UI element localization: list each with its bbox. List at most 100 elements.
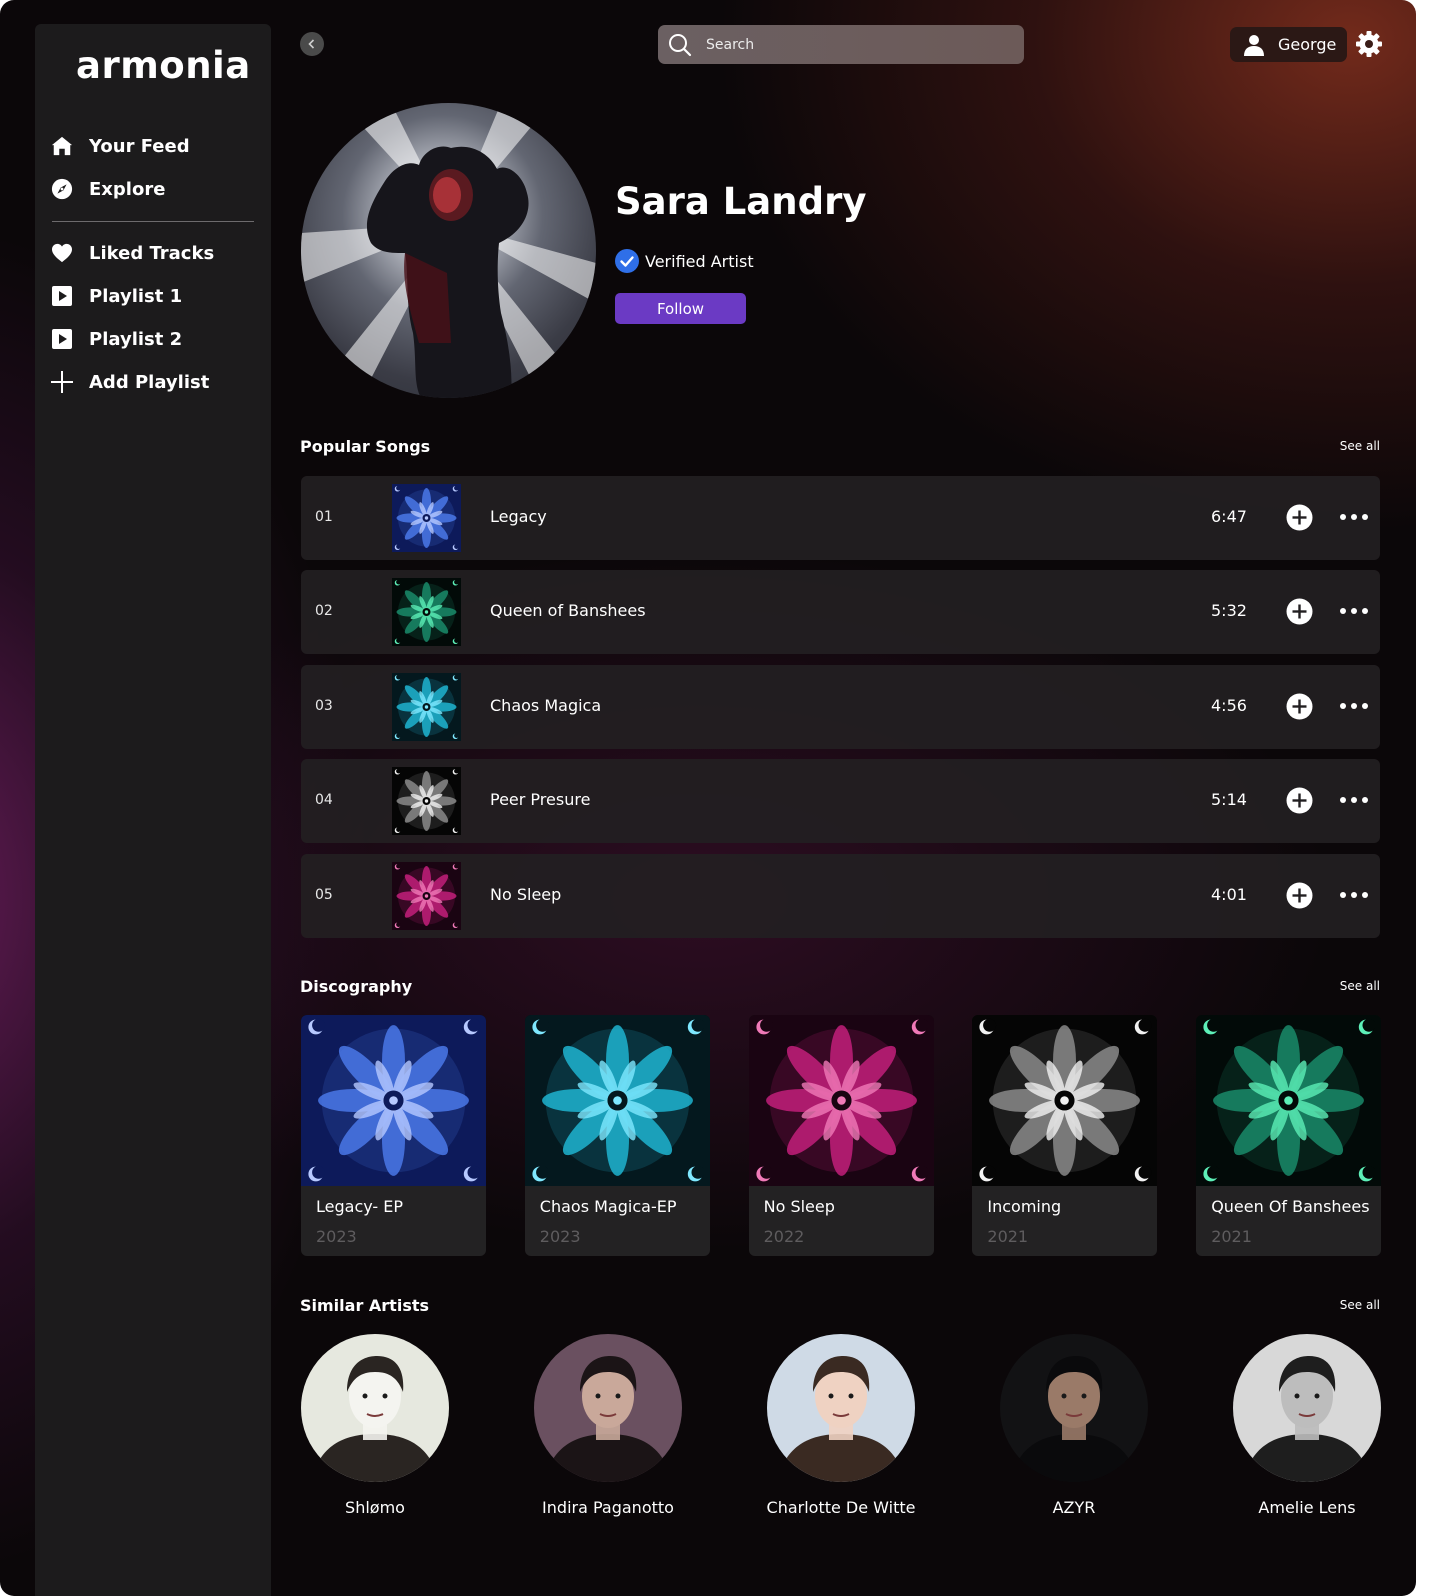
album-cover-art — [972, 1015, 1158, 1186]
album-cover-art — [748, 1015, 934, 1186]
song-number: 03 — [315, 697, 333, 714]
album-card[interactable]: Chaos Magica-EP 2023 — [524, 1015, 710, 1256]
song-title: Queen of Banshees — [490, 601, 646, 621]
app-logo[interactable]: armonia — [76, 44, 251, 87]
app-window: armonia Your Feed Explore Liked Tracks P… — [0, 0, 1416, 1596]
artist-name: Sara Landry — [615, 180, 867, 223]
sidebar-item-liked-tracks[interactable]: Liked Tracks — [51, 238, 214, 268]
more-options-icon[interactable] — [1340, 890, 1368, 900]
plus-icon — [51, 371, 73, 393]
song-row[interactable]: 04 Peer Presure 5:14 — [301, 759, 1380, 844]
sidebar-item-label: Add Playlist — [89, 371, 210, 393]
song-cover-art — [392, 861, 461, 930]
add-circle-icon[interactable] — [1286, 504, 1313, 531]
song-number: 02 — [315, 603, 333, 620]
album-card[interactable]: No Sleep 2022 — [748, 1015, 934, 1256]
discography-see-all-link[interactable]: See all — [1340, 979, 1380, 993]
song-row[interactable]: 01 Legacy 6:47 — [301, 476, 1380, 560]
user-menu-button[interactable]: George — [1230, 27, 1347, 62]
add-circle-icon[interactable] — [1286, 598, 1313, 625]
verified-artist-label: Verified Artist — [615, 249, 754, 273]
more-options-icon[interactable] — [1340, 606, 1368, 616]
user-icon — [1244, 34, 1264, 56]
add-circle-icon[interactable] — [1286, 693, 1313, 720]
search-icon — [669, 33, 692, 56]
similar-artist-name: Charlotte De Witte — [766, 1498, 916, 1517]
similar-artists-title: Similar Artists — [300, 1296, 430, 1315]
sidebar-divider — [52, 221, 254, 222]
album-year: 2022 — [763, 1227, 805, 1246]
artist-avatar — [1233, 1334, 1381, 1482]
similar-artist-card[interactable]: Charlotte De Witte — [767, 1334, 915, 1517]
artist-avatar — [534, 1334, 682, 1482]
play-square-icon — [51, 285, 73, 307]
song-duration: 4:56 — [1211, 695, 1247, 715]
album-cover-art — [301, 1015, 486, 1186]
song-row[interactable]: 05 No Sleep 4:01 — [301, 853, 1380, 938]
home-icon — [51, 135, 73, 157]
song-duration: 5:14 — [1211, 790, 1247, 810]
similar-artist-card[interactable]: Indira Paganotto — [534, 1334, 682, 1517]
user-name: George — [1278, 35, 1337, 54]
song-cover-art — [392, 767, 461, 836]
similar-artist-card[interactable]: AZYR — [1000, 1334, 1148, 1517]
album-card[interactable]: Legacy- EP 2023 — [301, 1015, 486, 1256]
similar-artist-name: Indira Paganotto — [542, 1498, 674, 1517]
album-card[interactable]: Incoming 2021 — [972, 1015, 1158, 1256]
popular-songs-title: Popular Songs — [300, 437, 431, 456]
album-card[interactable]: Queen Of Banshees 2021 — [1196, 1015, 1382, 1256]
song-title: No Sleep — [490, 884, 562, 904]
compass-icon — [51, 178, 73, 200]
search-input[interactable] — [706, 36, 986, 53]
song-row[interactable]: 03 Chaos Magica 4:56 — [301, 664, 1380, 749]
song-title: Legacy — [490, 507, 547, 526]
album-year: 2023 — [539, 1227, 581, 1246]
similar-artists-see-all-link[interactable]: See all — [1340, 1298, 1380, 1312]
more-options-icon[interactable] — [1340, 795, 1368, 805]
similar-artist-card[interactable]: Amelie Lens — [1233, 1334, 1381, 1517]
popular-songs-see-all-link[interactable]: See all — [1340, 439, 1380, 453]
song-cover-art — [392, 578, 461, 647]
song-row[interactable]: 02 Queen of Banshees 5:32 — [301, 570, 1380, 655]
follow-button[interactable]: Follow — [615, 293, 746, 324]
gear-icon[interactable] — [1355, 30, 1383, 58]
heart-icon — [51, 242, 73, 264]
add-circle-icon[interactable] — [1286, 787, 1313, 814]
similar-artist-name: Amelie Lens — [1258, 1498, 1356, 1517]
album-title: Queen Of Banshees — [1211, 1197, 1370, 1216]
back-button[interactable] — [300, 32, 324, 56]
similar-artist-name: AZYR — [1052, 1498, 1096, 1517]
sidebar-item-explore[interactable]: Explore — [51, 174, 165, 204]
discography-title: Discography — [300, 977, 413, 996]
artist-avatar — [767, 1334, 915, 1482]
song-duration: 4:01 — [1211, 884, 1247, 904]
album-title: No Sleep — [763, 1197, 835, 1216]
artist-avatar — [301, 1334, 449, 1482]
album-cover-art — [1196, 1015, 1382, 1186]
sidebar-item-label: Playlist 2 — [89, 328, 183, 350]
play-square-icon — [51, 328, 73, 350]
sidebar-item-your-feed[interactable]: Your Feed — [51, 131, 190, 161]
artist-avatar — [1000, 1334, 1148, 1482]
add-circle-icon[interactable] — [1286, 882, 1313, 909]
artist-photo — [301, 103, 596, 398]
song-cover-art — [392, 672, 461, 741]
similar-artist-card[interactable]: Shlømo — [301, 1334, 449, 1517]
song-cover-art — [392, 484, 461, 552]
album-cover-art — [524, 1015, 710, 1186]
song-number: 01 — [315, 509, 333, 525]
sidebar-item-playlist-2[interactable]: Playlist 2 — [51, 324, 182, 354]
album-title: Chaos Magica-EP — [539, 1197, 677, 1216]
sidebar-item-add-playlist[interactable]: Add Playlist — [51, 367, 209, 397]
verified-text: Verified Artist — [645, 251, 754, 271]
more-options-icon[interactable] — [1340, 701, 1368, 711]
sidebar-item-label: Liked Tracks — [89, 242, 215, 264]
album-year: 2021 — [987, 1227, 1029, 1246]
more-options-icon[interactable] — [1340, 512, 1368, 522]
album-title: Incoming — [987, 1197, 1062, 1216]
chevron-left-icon — [308, 39, 315, 49]
song-title: Chaos Magica — [490, 695, 602, 715]
sidebar-item-playlist-1[interactable]: Playlist 1 — [51, 281, 182, 311]
search-bar[interactable] — [658, 25, 1024, 64]
sidebar-item-label: Explore — [89, 178, 166, 200]
